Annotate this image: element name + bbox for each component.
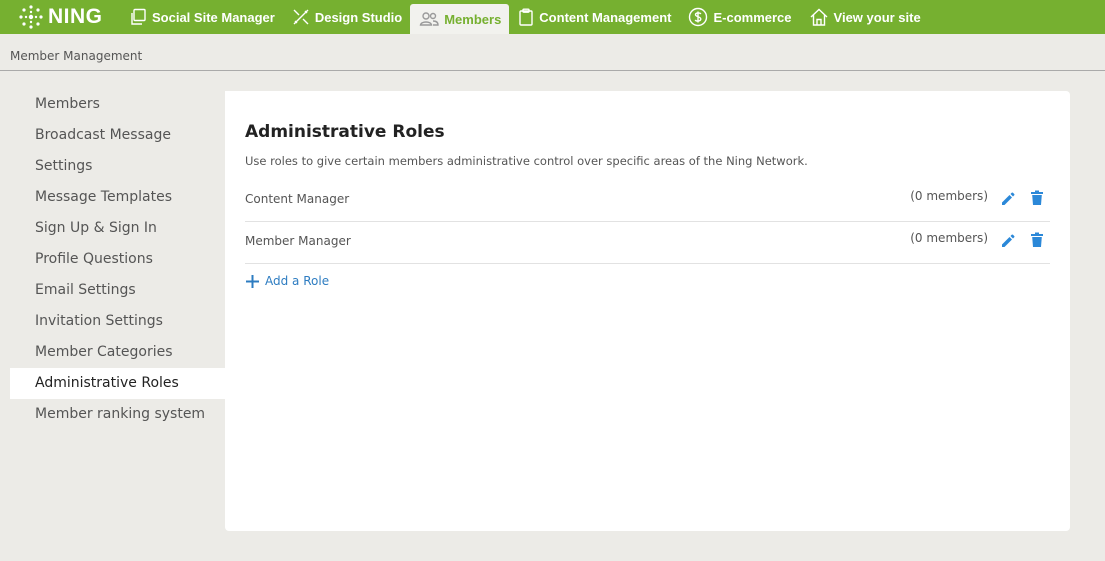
dollar-icon <box>689 7 708 27</box>
edit-icon[interactable] <box>1000 233 1016 249</box>
edit-icon[interactable] <box>1000 191 1016 207</box>
roles-panel: Administrative Roles Use roles to give c… <box>225 91 1070 531</box>
sidebar-item-administrative-roles[interactable]: Administrative Roles <box>10 368 225 399</box>
sidebar: Members Broadcast Message Settings Messa… <box>10 89 225 430</box>
role-row: Member Manager (0 members) <box>245 222 1050 264</box>
sidebar-item-members[interactable]: Members <box>10 89 225 120</box>
sidebar-item-settings[interactable]: Settings <box>10 151 225 182</box>
ning-logo-icon <box>19 5 43 29</box>
nav-label: E-commerce <box>713 9 792 25</box>
breadcrumb-divider <box>0 70 1105 71</box>
nav-ecommerce[interactable]: E-commerce <box>679 0 799 34</box>
sidebar-item-broadcast-message[interactable]: Broadcast Message <box>10 120 225 151</box>
role-row: Content Manager (0 members) <box>245 180 1050 222</box>
role-name: Member Manager <box>245 234 351 248</box>
top-nav-bar: NING Social Site Manager Design Studio M… <box>0 0 1105 34</box>
home-icon <box>810 8 827 26</box>
role-member-count: (0 members) <box>910 231 988 245</box>
nav-label: Design Studio <box>314 9 403 25</box>
role-member-count: (0 members) <box>910 189 988 203</box>
nav-social-site-manager[interactable]: Social Site Manager <box>120 0 283 34</box>
sidebar-item-email-settings[interactable]: Email Settings <box>10 275 225 306</box>
clipboard-icon <box>519 8 533 26</box>
nav-label: Content Management <box>539 9 672 25</box>
nav-design-studio[interactable]: Design Studio <box>283 0 410 34</box>
sidebar-item-sign-up-sign-in[interactable]: Sign Up & Sign In <box>10 213 225 244</box>
nav-members[interactable]: Members <box>410 4 510 34</box>
add-role-button[interactable]: Add a Role <box>246 274 329 288</box>
members-icon <box>419 12 439 26</box>
page-description: Use roles to give certain members admini… <box>245 154 808 168</box>
nav-view-your-site[interactable]: View your site <box>800 0 929 34</box>
sidebar-item-message-templates[interactable]: Message Templates <box>10 182 225 213</box>
add-role-label: Add a Role <box>265 274 330 288</box>
sidebar-item-member-ranking-system[interactable]: Member ranking system <box>10 399 225 430</box>
breadcrumb: Member Management <box>10 49 143 63</box>
nav-label: View your site <box>833 9 921 25</box>
trash-icon[interactable] <box>1030 190 1044 206</box>
nav-label: Members <box>444 11 502 27</box>
sidebar-item-invitation-settings[interactable]: Invitation Settings <box>10 306 225 337</box>
nav-content-management[interactable]: Content Management <box>509 0 679 34</box>
pages-icon <box>131 8 146 25</box>
nav-label: Social Site Manager <box>152 9 275 25</box>
sidebar-item-profile-questions[interactable]: Profile Questions <box>10 244 225 275</box>
page-title: Administrative Roles <box>245 122 445 142</box>
plus-icon <box>246 274 259 288</box>
sidebar-item-member-categories[interactable]: Member Categories <box>10 337 225 368</box>
brand-name: NING <box>48 5 103 28</box>
trash-icon[interactable] <box>1030 232 1044 248</box>
role-name: Content Manager <box>245 192 350 206</box>
design-tools-icon <box>293 9 309 25</box>
ning-logo[interactable]: NING <box>0 0 120 34</box>
